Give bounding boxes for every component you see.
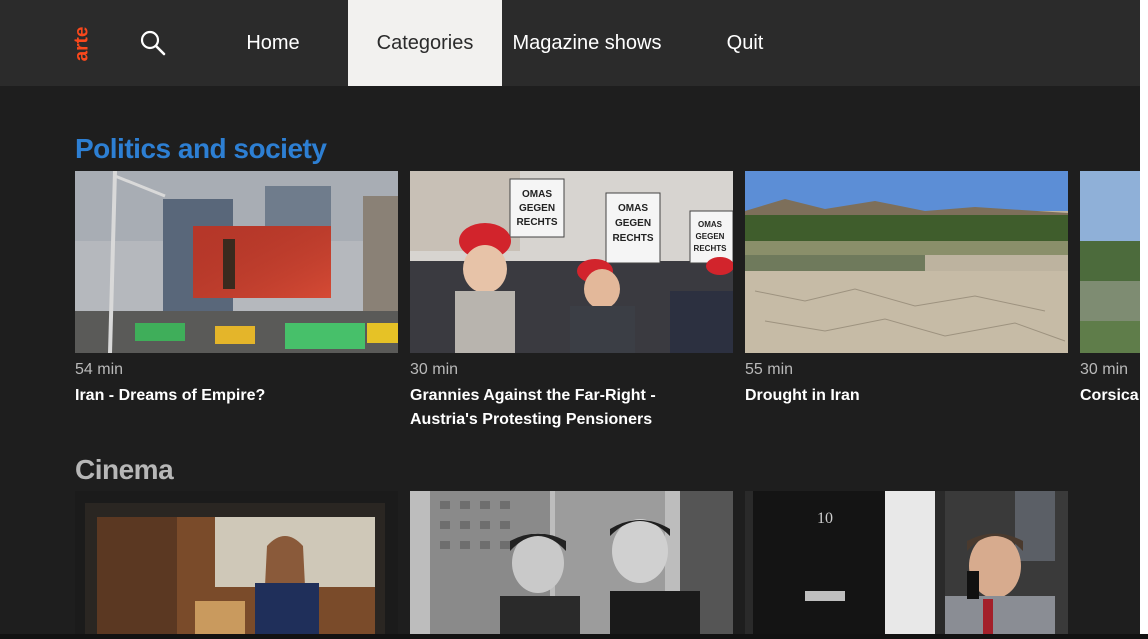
- svg-text:OMAS: OMAS: [698, 220, 723, 229]
- video-title: Iran - Dreams of Empire?: [75, 387, 266, 404]
- video-card[interactable]: OMAS GEGEN RECHTS OMAS GEGEN RECHTS OMAS…: [410, 171, 733, 431]
- rail-title-cinema: Cinema: [75, 454, 174, 485]
- video-card[interactable]: [410, 491, 733, 639]
- video-title: Corsica fo: [1080, 387, 1140, 404]
- video-card[interactable]: 55 min Drought in Iran: [745, 171, 1068, 421]
- svg-text:RECHTS: RECHTS: [612, 233, 653, 244]
- search-icon[interactable]: [138, 28, 168, 58]
- rail-title-politics: Politics and society: [75, 133, 327, 164]
- nav-categories[interactable]: Categories: [348, 0, 502, 86]
- video-title: Grannies Against the Far-Right - Austria…: [410, 387, 656, 428]
- svg-text:GEGEN: GEGEN: [519, 203, 555, 214]
- svg-text:RECHTS: RECHTS: [516, 217, 557, 228]
- top-navigation-bar: arte Home Categories Magazine shows Quit: [0, 0, 1148, 86]
- video-title: Drought in Iran: [745, 387, 860, 404]
- video-card[interactable]: 10: [745, 491, 1068, 639]
- svg-text:OMAS: OMAS: [522, 189, 552, 200]
- arte-logo: arte: [71, 26, 93, 62]
- bottom-edge: [0, 634, 1148, 639]
- duration-label: 55 min: [745, 361, 794, 378]
- thumbnail-woman-on-screen: [75, 491, 398, 639]
- svg-text:RECHTS: RECHTS: [694, 244, 728, 253]
- nav-magazine-shows[interactable]: Magazine shows: [512, 0, 662, 86]
- thumbnail-two-men-bw: [410, 491, 733, 639]
- svg-text:OMAS: OMAS: [618, 203, 648, 214]
- video-card[interactable]: 54 min Iran - Dreams of Empire?: [75, 171, 398, 421]
- video-card[interactable]: [75, 491, 398, 639]
- video-card[interactable]: 30 min Corsica fo: [1080, 171, 1140, 421]
- thumbnail-grannies-protest: OMAS GEGEN RECHTS OMAS GEGEN RECHTS OMAS…: [410, 171, 733, 353]
- door-number: 10: [817, 510, 833, 527]
- thumbnail-corsica: [1080, 171, 1140, 353]
- nav-home[interactable]: Home: [213, 0, 333, 86]
- thumbnail-man-on-phone: 10: [745, 491, 1068, 639]
- thumbnail-drought-lake: [745, 171, 1068, 353]
- duration-label: 30 min: [410, 361, 459, 378]
- duration-label: 54 min: [75, 361, 124, 378]
- duration-label: 30 min: [1080, 361, 1129, 378]
- right-edge-strip: [1140, 0, 1148, 639]
- thumbnail-iran-billboard: [75, 171, 398, 353]
- nav-quit[interactable]: Quit: [700, 0, 790, 86]
- svg-text:GEGEN: GEGEN: [696, 232, 725, 241]
- svg-text:GEGEN: GEGEN: [615, 218, 651, 229]
